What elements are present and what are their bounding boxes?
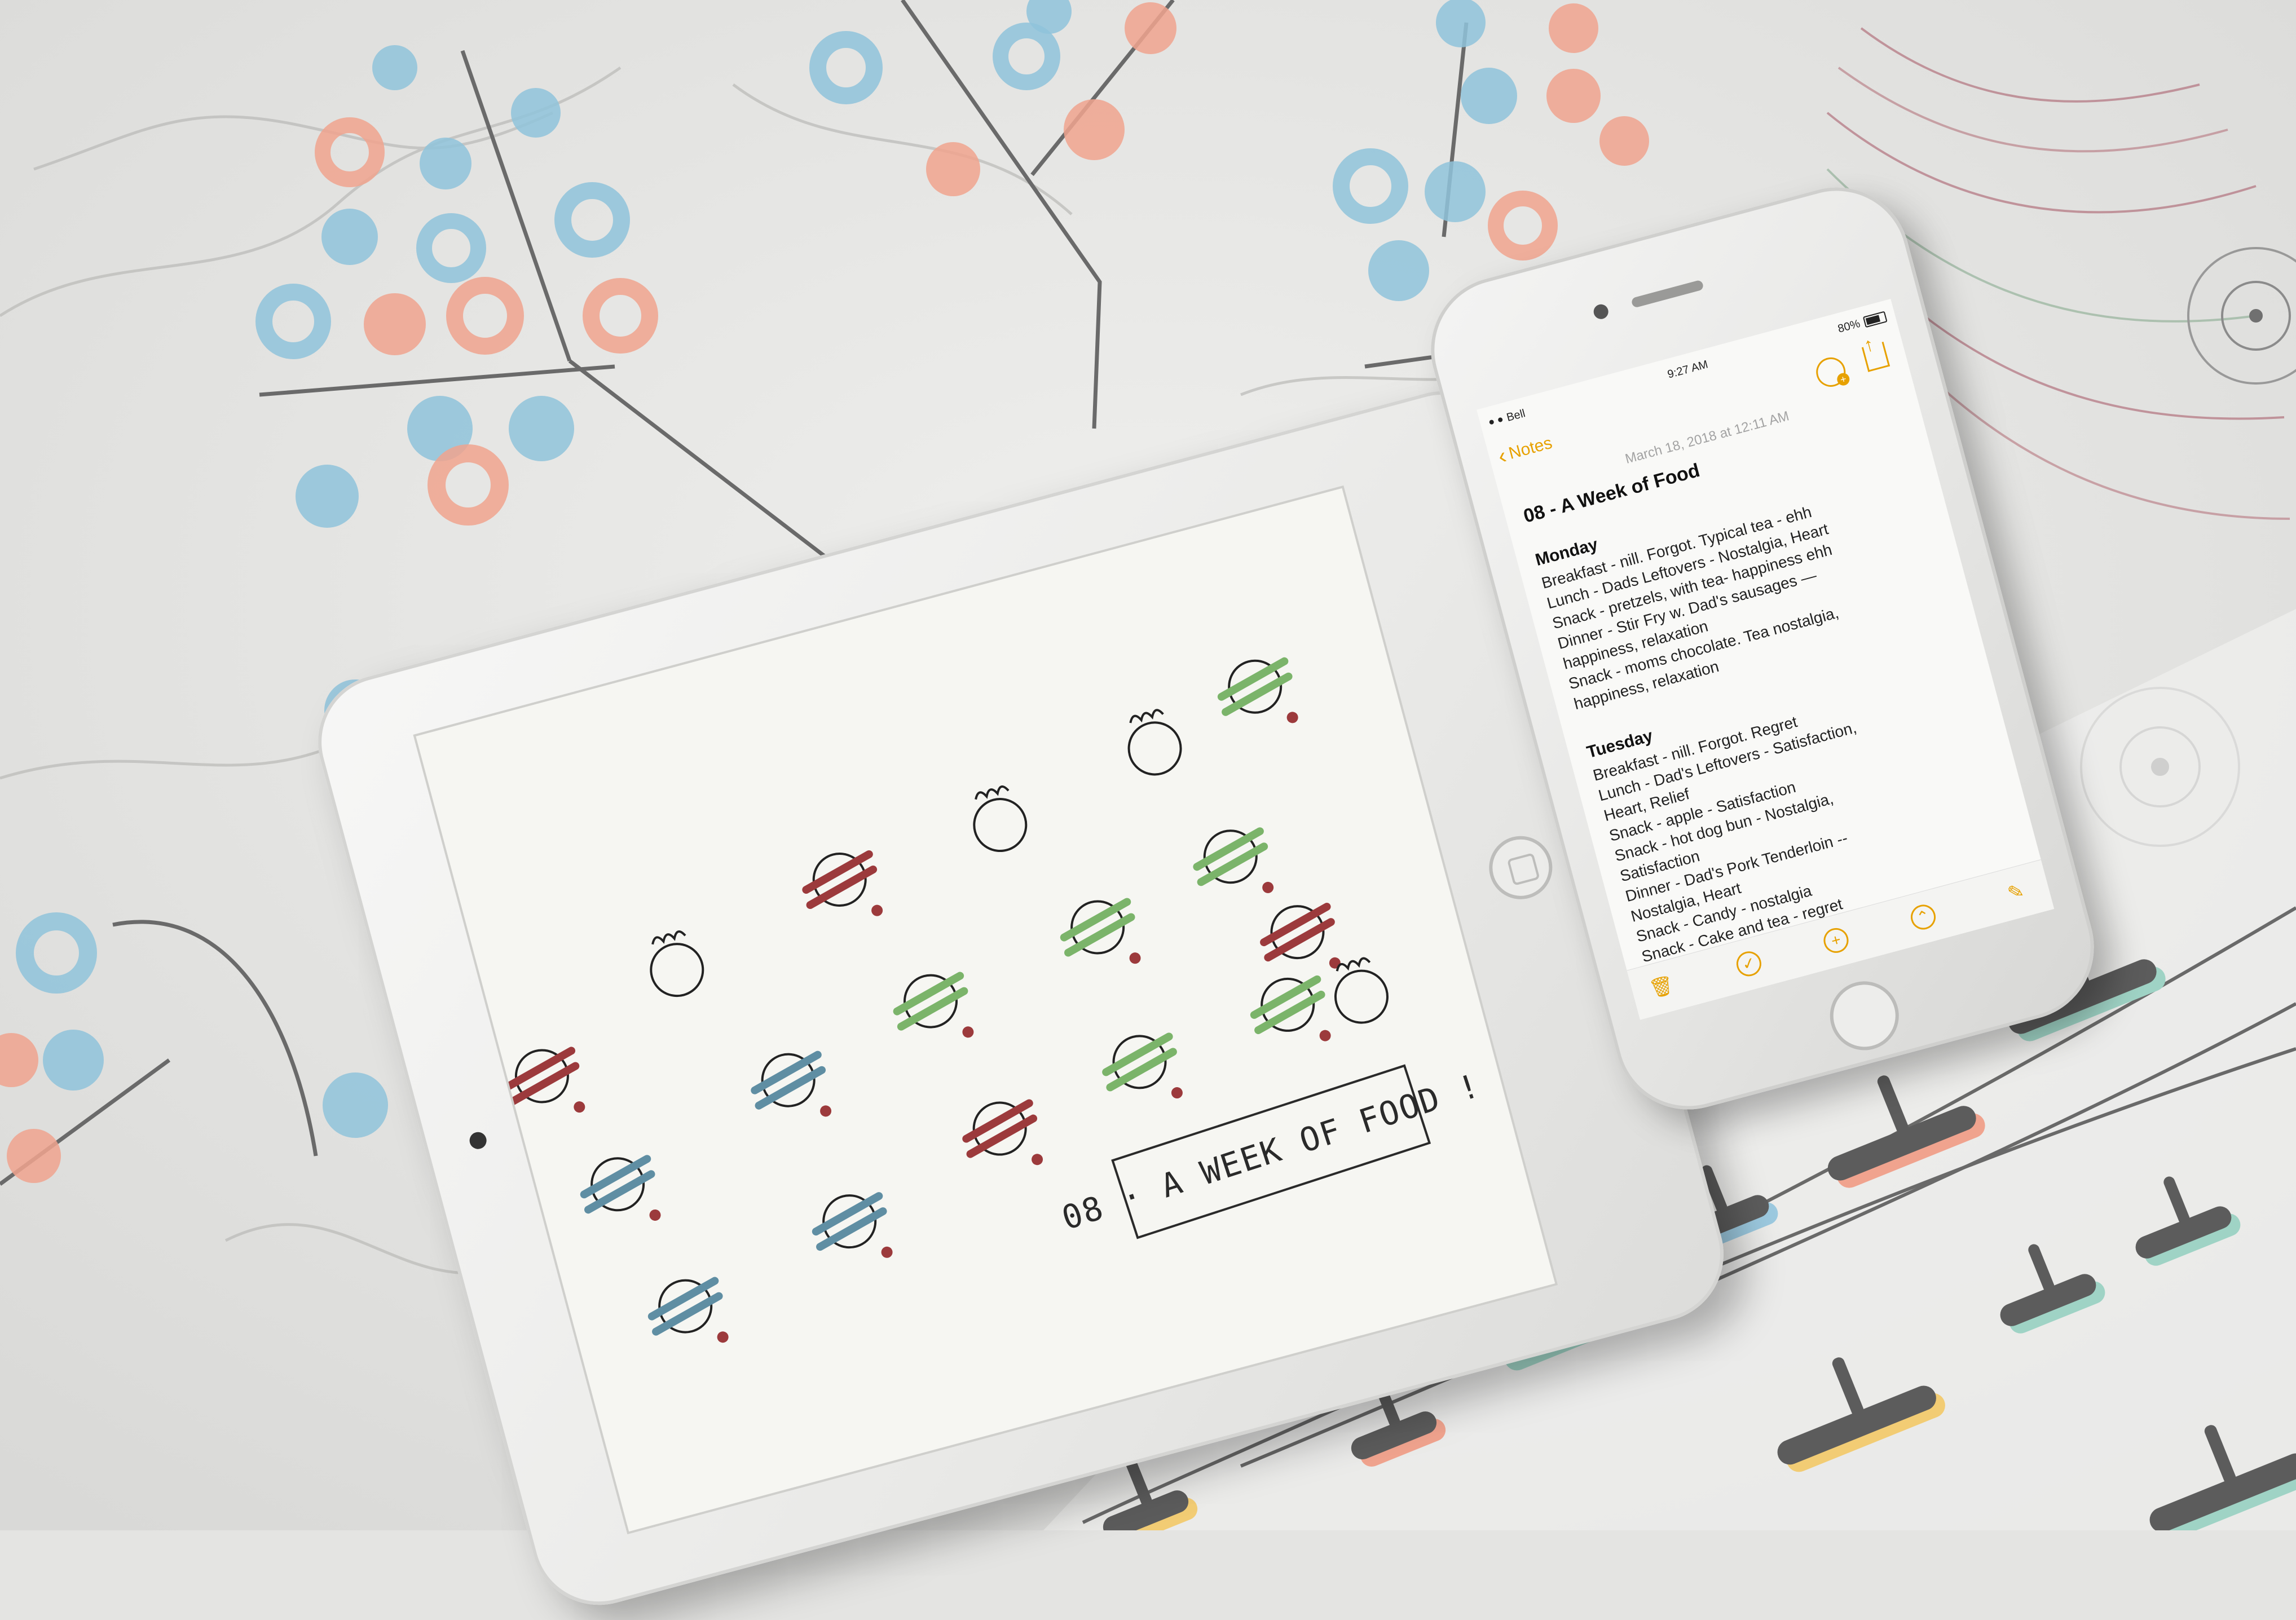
food-doodle [962,1099,1043,1166]
food-doodle [504,1047,585,1113]
back-button[interactable]: ‹ Notes [1495,433,1554,469]
food-doodle [802,850,883,916]
food-doodle [1217,657,1298,723]
compose-icon[interactable]: ✎ [2000,877,2031,908]
food-doodle [812,1192,893,1258]
trash-icon[interactable]: 🗑 [1646,972,1677,1003]
back-button-label: Notes [1506,433,1554,463]
ipad-home-button[interactable] [1482,829,1559,907]
ipad-camera [468,1130,488,1151]
food-doodle [1250,975,1331,1041]
food-doodle [1127,709,1182,776]
battery-icon [1862,311,1888,328]
food-doodle [1260,903,1341,969]
food-doodle [973,785,1028,853]
food-doodle [650,930,704,997]
status-battery: 80% [1835,306,1889,340]
clock-time: 9:27 AM [1666,357,1709,381]
food-doodle [647,1277,729,1343]
battery-percent: 80% [1836,317,1862,336]
home-square-icon [1506,853,1540,886]
iphone-speaker [1630,279,1704,308]
food-doodle [1060,898,1141,964]
ipad-screen: 08 · A WEEK OF FOOD ! [413,485,1558,1534]
food-doodle [1102,1032,1183,1099]
food-doodle [751,1050,832,1117]
compass-icon[interactable]: ⌃ [1908,902,1938,933]
food-doodle [1193,827,1274,893]
share-icon[interactable] [1861,341,1890,372]
checklist-icon[interactable]: ✓ [1733,948,1764,979]
iphone-front-camera [1592,302,1610,321]
add-people-icon[interactable] [1813,354,1849,390]
food-doodle [580,1155,661,1221]
food-doodle [893,972,974,1038]
iphone-home-button[interactable] [1822,973,1907,1058]
add-icon[interactable]: + [1821,925,1852,956]
chevron-left-icon: ‹ [1495,443,1509,469]
food-doodle-drawing [504,657,1389,1343]
